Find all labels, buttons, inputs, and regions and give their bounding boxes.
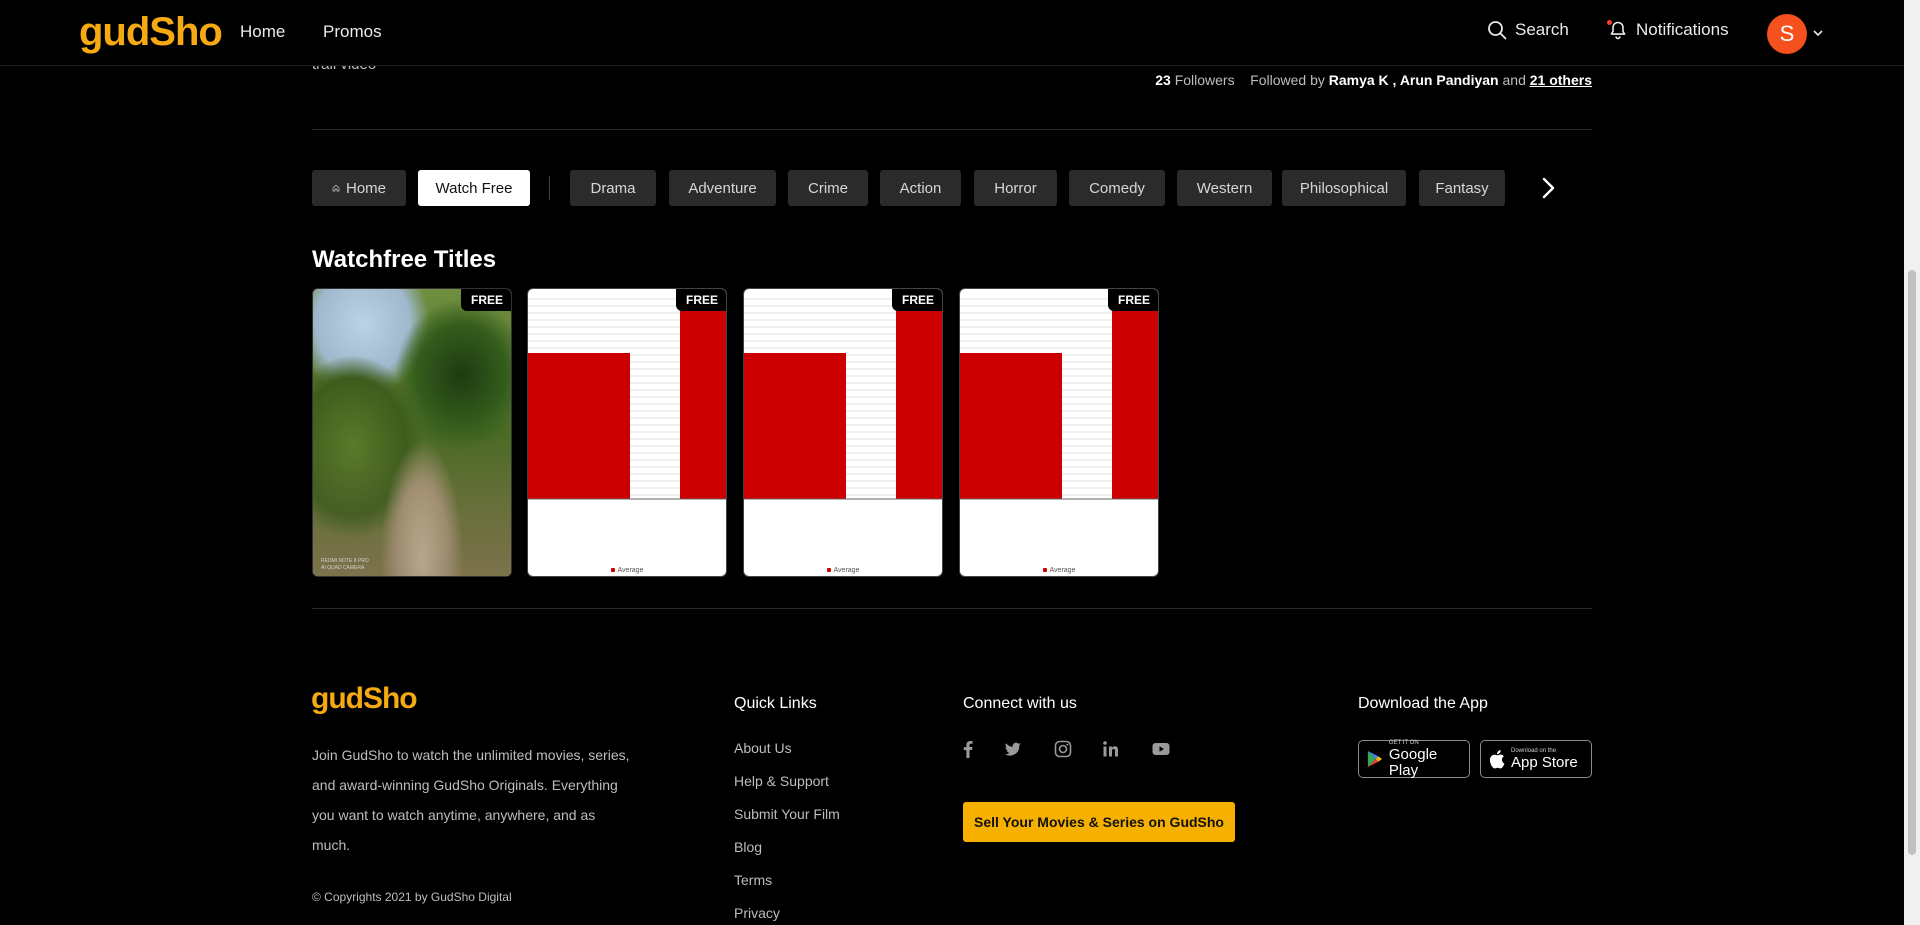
search-icon bbox=[1488, 21, 1507, 40]
google-play-text: Google Play bbox=[1388, 745, 1438, 779]
chart-bar bbox=[960, 353, 1062, 499]
chart-legend: Average bbox=[960, 567, 1158, 574]
others-link[interactable]: 21 others bbox=[1530, 72, 1592, 88]
app-store-text: App Store bbox=[1511, 753, 1578, 771]
genre-chip-drama[interactable]: Drama bbox=[570, 170, 656, 206]
category-home-chip[interactable]: Home bbox=[312, 170, 406, 206]
app-store-button[interactable]: Download on the App Store bbox=[1480, 740, 1592, 778]
section-title: Watchfree Titles bbox=[312, 246, 497, 273]
google-play-button[interactable]: GET IT ON Google Play bbox=[1358, 740, 1470, 778]
footer-link-blog[interactable]: Blog bbox=[734, 839, 762, 855]
search-button[interactable]: Search bbox=[1487, 20, 1569, 40]
nav-promos-link[interactable]: Promos bbox=[323, 22, 382, 42]
linkedin-icon[interactable] bbox=[1100, 738, 1122, 760]
notification-dot bbox=[1607, 20, 1612, 25]
footer-logo[interactable]: gudSho bbox=[311, 682, 418, 716]
footer-about-text: Join GudSho to watch the unlimited movie… bbox=[312, 747, 630, 853]
footer-link-submit-film[interactable]: Submit Your Film bbox=[734, 806, 840, 822]
followers-label: Followers bbox=[1174, 72, 1235, 88]
genre-chip-action[interactable]: Action bbox=[880, 170, 961, 206]
twitter-icon[interactable] bbox=[1002, 738, 1024, 760]
free-badge: FREE bbox=[1107, 289, 1158, 311]
google-play-icon bbox=[1367, 751, 1383, 767]
avatar-initial: S bbox=[1779, 21, 1795, 46]
title-card[interactable]: Average FREE bbox=[959, 288, 1159, 577]
title-card[interactable]: REDMI NOTE 8 PRO AI QUAD CAMERA FREE bbox=[312, 288, 512, 577]
free-badge: FREE bbox=[675, 289, 726, 311]
copyright-text: © Copyrights 2021 by GudSho Digital bbox=[312, 890, 512, 904]
chart-legend: Average bbox=[528, 567, 726, 574]
instagram-icon[interactable] bbox=[1052, 738, 1074, 760]
followers-count: 23 bbox=[1155, 72, 1171, 88]
connect-title: Connect with us bbox=[963, 695, 1077, 712]
chip-separator bbox=[549, 176, 550, 200]
divider bbox=[312, 129, 1592, 130]
youtube-icon[interactable] bbox=[1150, 738, 1172, 760]
followed-by-names: Ramya K , Arun Pandiyan bbox=[1328, 72, 1499, 88]
chart-bar bbox=[680, 311, 726, 499]
page-scrollbar[interactable] bbox=[1904, 0, 1920, 925]
footer-link-privacy[interactable]: Privacy bbox=[734, 905, 780, 921]
chart-bar bbox=[744, 353, 846, 499]
free-badge: FREE bbox=[891, 289, 942, 311]
card-thumbnail-chart bbox=[960, 298, 1158, 500]
camera-watermark: REDMI NOTE 8 PRO AI QUAD CAMERA bbox=[321, 558, 369, 571]
genre-chip-western[interactable]: Western bbox=[1177, 170, 1272, 206]
user-avatar[interactable]: S bbox=[1767, 14, 1807, 54]
home-icon bbox=[332, 184, 340, 192]
apple-icon bbox=[1489, 750, 1505, 769]
sell-movies-button[interactable]: Sell Your Movies & Series on GudSho bbox=[963, 802, 1235, 842]
genre-chip-crime[interactable]: Crime bbox=[788, 170, 868, 206]
followers-info: 23 Followers Followed by Ramya K , Arun … bbox=[1155, 72, 1592, 88]
genre-chip-comedy[interactable]: Comedy bbox=[1069, 170, 1165, 206]
download-app-title: Download the App bbox=[1358, 695, 1488, 712]
card-thumbnail-chart bbox=[744, 298, 942, 500]
card-thumbnail-photo: REDMI NOTE 8 PRO AI QUAD CAMERA bbox=[313, 289, 511, 576]
notifications-button[interactable]: Notifications bbox=[1608, 20, 1729, 40]
genre-chip-horror[interactable]: Horror bbox=[974, 170, 1057, 206]
facebook-icon[interactable] bbox=[957, 738, 979, 760]
title-card[interactable]: Average FREE bbox=[743, 288, 943, 577]
footer-link-about-us[interactable]: About Us bbox=[734, 740, 792, 756]
chevron-down-icon[interactable] bbox=[1812, 27, 1824, 39]
and-label: and bbox=[1502, 72, 1526, 88]
divider bbox=[312, 608, 1592, 609]
free-badge: FREE bbox=[460, 289, 511, 311]
title-card[interactable]: Average FREE bbox=[527, 288, 727, 577]
card-thumbnail-chart bbox=[528, 298, 726, 500]
genre-chip-adventure[interactable]: Adventure bbox=[669, 170, 776, 206]
notifications-label: Notifications bbox=[1636, 20, 1729, 39]
chart-bar bbox=[1112, 311, 1158, 499]
category-watch-free-chip[interactable]: Watch Free bbox=[418, 170, 530, 206]
chart-legend: Average bbox=[744, 567, 942, 574]
genre-chip-fantasy[interactable]: Fantasy bbox=[1419, 170, 1505, 206]
scrollbar-thumb[interactable] bbox=[1908, 270, 1916, 855]
top-navbar: gudSho Home Promos Search Notifications … bbox=[0, 0, 1904, 66]
gudsho-logo[interactable]: gudSho bbox=[79, 8, 223, 56]
logo-text: gudSho bbox=[79, 9, 223, 54]
genre-chip-philosophical[interactable]: Philosophical bbox=[1282, 170, 1406, 206]
footer-link-help-support[interactable]: Help & Support bbox=[734, 773, 829, 789]
search-label: Search bbox=[1515, 20, 1569, 39]
home-chip-label: Home bbox=[345, 179, 386, 197]
followed-by-prefix: Followed by bbox=[1250, 72, 1325, 88]
nav-home-link[interactable]: Home bbox=[240, 22, 285, 42]
chart-bar bbox=[528, 353, 630, 499]
chevron-right-icon[interactable] bbox=[1533, 172, 1563, 204]
quick-links-title: Quick Links bbox=[734, 695, 817, 712]
footer-link-terms[interactable]: Terms bbox=[734, 872, 772, 888]
chart-bar bbox=[896, 311, 942, 499]
